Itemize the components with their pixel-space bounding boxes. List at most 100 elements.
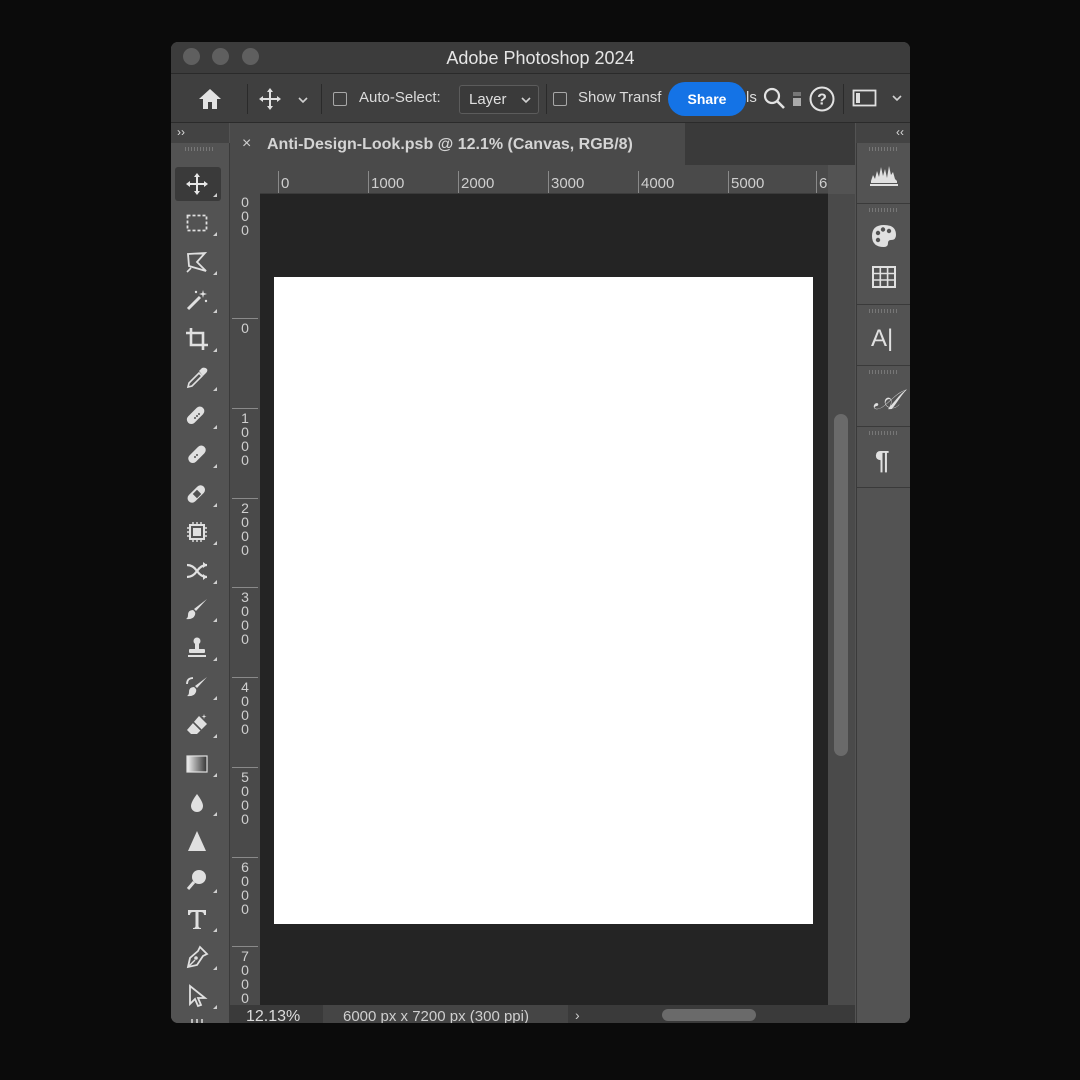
drop-icon: [191, 794, 203, 812]
title-bar: Adobe Photoshop 2024: [171, 42, 910, 74]
clone-stamp-tool[interactable]: [175, 631, 221, 665]
gradient-tool[interactable]: [175, 747, 221, 781]
move-icon: [186, 173, 208, 195]
spot-healing-tool[interactable]: [175, 399, 221, 433]
tools-collapse-toggle[interactable]: ››: [171, 123, 229, 143]
glyphs-icon[interactable]: 𝒜: [873, 383, 900, 417]
vertical-scrollbar[interactable]: [828, 194, 855, 1005]
character-icon[interactable]: A|: [871, 325, 893, 353]
brush-tool[interactable]: [175, 592, 221, 626]
pen-tool[interactable]: [175, 940, 221, 974]
panel-grip[interactable]: [869, 208, 899, 212]
show-transform-label: Show Transf: [578, 89, 662, 106]
auto-select-value: Layer: [469, 91, 507, 108]
magic-wand-tool[interactable]: [175, 283, 221, 317]
panel-grip[interactable]: [185, 147, 215, 151]
status-more-icon[interactable]: ›: [575, 1007, 580, 1023]
status-bar: 12.13% 6000 px x 7200 px (300 ppi) ›: [230, 1005, 855, 1023]
document-tab[interactable]: × Anti-Design-Look.psb @ 12.1% (Canvas, …: [230, 123, 685, 165]
eraser-tool[interactable]: [175, 708, 221, 742]
rectangular-marquee-icon: [186, 214, 208, 232]
home-button[interactable]: [195, 84, 225, 114]
type-tool[interactable]: [175, 902, 221, 936]
healing-brush-tool[interactable]: [175, 438, 221, 472]
document-size: 6000 px x 7200 px (300 ppi): [343, 1008, 529, 1023]
more-tools-icon[interactable]: [191, 1019, 205, 1023]
gradient-icon: [186, 755, 208, 773]
crop-icon: [186, 328, 208, 350]
zoom-level[interactable]: 12.13%: [246, 1008, 300, 1023]
ruler-label: 0: [241, 320, 249, 336]
blur-tool[interactable]: [175, 786, 221, 820]
histogram-icon[interactable]: [870, 161, 898, 189]
chip-icon: [187, 522, 207, 542]
sharpen-tool[interactable]: [175, 824, 221, 858]
search-icon: [763, 87, 785, 109]
lasso-tool[interactable]: [175, 245, 221, 279]
dodge-tool[interactable]: [175, 863, 221, 897]
color-swatches-icon[interactable]: [870, 222, 898, 250]
red-eye-tool[interactable]: [175, 554, 221, 588]
workspace-button[interactable]: [852, 88, 906, 110]
workspace-icon: [852, 89, 877, 107]
move-tool-preset[interactable]: [257, 86, 317, 112]
ruler-label: 3000: [551, 175, 585, 192]
eraser-icon: [187, 714, 207, 734]
panel-grip[interactable]: [869, 431, 899, 435]
horizontal-scroll-thumb[interactable]: [662, 1009, 756, 1021]
discover-indicator: [793, 92, 801, 106]
dock-collapse-toggle[interactable]: ‹‹: [856, 123, 910, 143]
home-icon: [199, 89, 221, 109]
close-tab-icon[interactable]: ×: [242, 135, 251, 153]
help-button[interactable]: ?: [808, 85, 836, 113]
show-transform-trailing: ls: [746, 89, 757, 106]
ruler-label: 6(: [819, 175, 828, 192]
eyedropper-tool[interactable]: [175, 361, 221, 395]
auto-select-checkbox[interactable]: [333, 92, 347, 106]
marquee-tool[interactable]: [175, 206, 221, 240]
ruler-label: 0: [281, 175, 290, 192]
dodge-icon: [186, 870, 206, 890]
ruler-label: 3000: [241, 589, 249, 647]
auto-select-dropdown[interactable]: Layer: [459, 85, 539, 114]
ruler-label: 5000: [241, 769, 249, 827]
window-title: Adobe Photoshop 2024: [446, 48, 635, 68]
panel-grip[interactable]: [869, 309, 899, 313]
vertical-scroll-thumb[interactable]: [834, 414, 848, 756]
search-button[interactable]: [762, 86, 788, 112]
tools-panel: [171, 143, 230, 1023]
patch-tool[interactable]: [175, 477, 221, 511]
canvas-area[interactable]: [260, 194, 828, 1005]
horizontal-ruler[interactable]: 0 1000 2000 3000 4000 5000 6(: [260, 165, 828, 194]
ruler-label: 4000: [641, 175, 675, 192]
spot-healing-icon: [186, 406, 205, 425]
ruler-label: 7000: [241, 948, 249, 1005]
triangle-icon: [188, 831, 206, 851]
show-transform-checkbox[interactable]: [553, 92, 567, 106]
crop-tool[interactable]: [175, 322, 221, 356]
move-tool-icon: [259, 88, 281, 110]
pen-icon: [186, 945, 209, 969]
ruler-label: 2000: [461, 175, 495, 192]
character-group: A|: [857, 305, 910, 366]
ruler-origin[interactable]: [230, 165, 261, 194]
arrow-cursor-icon: [189, 984, 208, 1008]
history-brush-tool[interactable]: [175, 670, 221, 704]
panel-grip[interactable]: [869, 147, 899, 151]
paragraph-icon[interactable]: ¶: [875, 445, 889, 476]
grid-swatches-icon[interactable]: [870, 263, 898, 291]
artboard-canvas[interactable]: [274, 277, 813, 924]
panel-grip[interactable]: [869, 370, 899, 374]
histogram-group: [857, 143, 910, 204]
right-panel-dock: A| 𝒜 ¶: [856, 143, 910, 1023]
auto-select-label: Auto-Select:: [359, 89, 441, 106]
ruler-label: 2000: [241, 500, 249, 558]
share-button[interactable]: Share: [668, 82, 746, 116]
help-icon: ?: [809, 86, 835, 112]
document-info[interactable]: 6000 px x 7200 px (300 ppi): [323, 1005, 568, 1023]
vertical-ruler[interactable]: 000 0 1000 2000 3000 4000 5000 6000 7000…: [230, 193, 261, 1005]
path-selection-tool[interactable]: [175, 979, 221, 1013]
content-aware-move-tool[interactable]: [175, 515, 221, 549]
history-brush-icon: [186, 677, 207, 697]
move-tool[interactable]: [175, 167, 221, 201]
